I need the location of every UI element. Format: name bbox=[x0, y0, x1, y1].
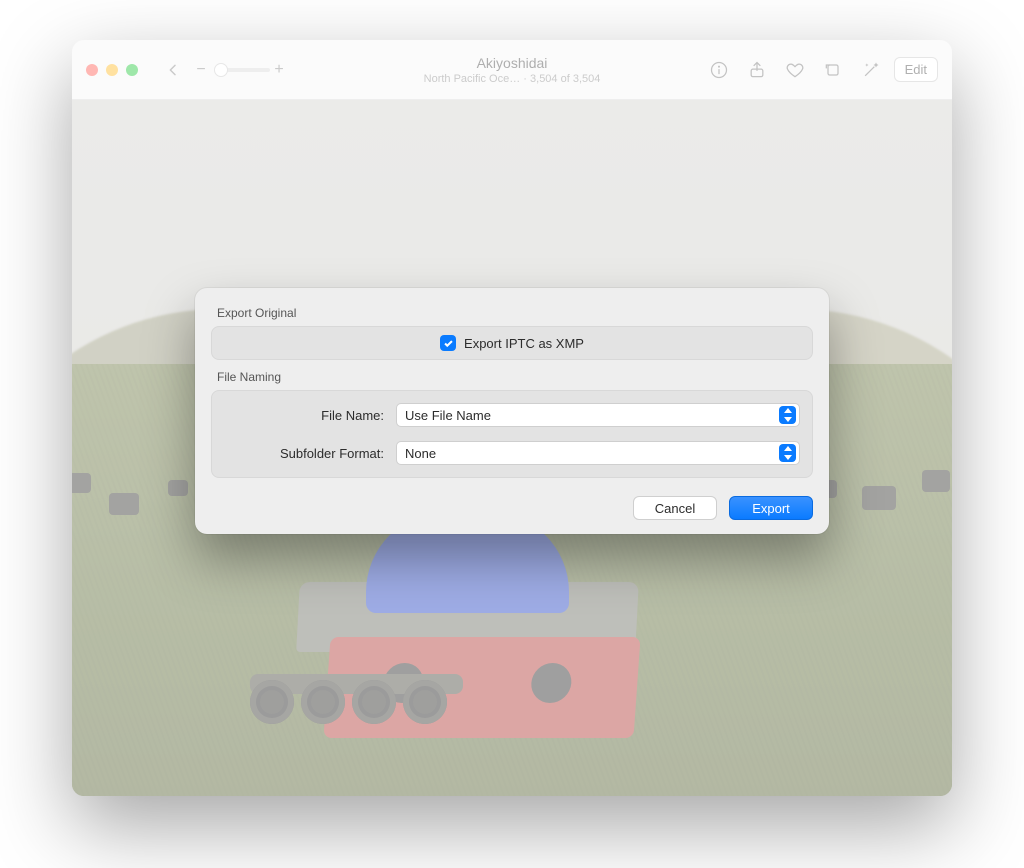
cancel-button[interactable]: Cancel bbox=[633, 496, 717, 520]
file-name-value: Use File Name bbox=[405, 408, 491, 423]
select-stepper-icon bbox=[779, 406, 796, 424]
subfolder-select[interactable]: None bbox=[396, 441, 800, 465]
subtitle-count: 3,504 of 3,504 bbox=[530, 73, 600, 85]
file-name-label: File Name: bbox=[224, 408, 384, 423]
subfolder-value: None bbox=[405, 446, 436, 461]
title-block: Akiyoshidai North Pacific Oce… · 3,504 o… bbox=[424, 55, 601, 85]
export-sheet: Export Original Export IPTC as XMP File … bbox=[195, 288, 829, 534]
export-button[interactable]: Export bbox=[729, 496, 813, 520]
share-icon[interactable] bbox=[746, 59, 768, 81]
file-name-select[interactable]: Use File Name bbox=[396, 403, 800, 427]
zoom-out-icon: − bbox=[192, 61, 210, 79]
favorite-icon[interactable] bbox=[784, 59, 806, 81]
file-naming-label: File Naming bbox=[217, 370, 813, 384]
subfolder-label: Subfolder Format: bbox=[224, 446, 384, 461]
subtitle-location: North Pacific Oce… bbox=[424, 73, 521, 85]
photos-window: − + Akiyoshidai North Pacific Oce… · 3,5… bbox=[72, 40, 952, 796]
rotate-icon[interactable] bbox=[822, 59, 844, 81]
info-icon[interactable] bbox=[708, 59, 730, 81]
photo-title: Akiyoshidai bbox=[424, 55, 601, 71]
select-stepper-icon bbox=[779, 444, 796, 462]
back-button[interactable] bbox=[160, 57, 186, 83]
toolbar: − + Akiyoshidai North Pacific Oce… · 3,5… bbox=[72, 40, 952, 100]
iptc-checkbox-label: Export IPTC as XMP bbox=[464, 336, 584, 351]
iptc-checkbox[interactable] bbox=[440, 335, 456, 351]
edit-button[interactable]: Edit bbox=[894, 57, 938, 82]
export-original-label: Export Original bbox=[217, 306, 813, 320]
export-iptc-panel: Export IPTC as XMP bbox=[211, 326, 813, 360]
zoom-thumb[interactable] bbox=[214, 63, 228, 77]
auto-enhance-icon[interactable] bbox=[860, 59, 882, 81]
toolbar-icons bbox=[708, 59, 882, 81]
zoom-window-button[interactable] bbox=[126, 64, 138, 76]
zoom-in-icon: + bbox=[270, 61, 288, 79]
photo-subtitle: North Pacific Oce… · 3,504 of 3,504 bbox=[424, 73, 601, 85]
window-controls bbox=[86, 64, 138, 76]
minimize-window-button[interactable] bbox=[106, 64, 118, 76]
file-naming-panel: File Name: Use File Name Subfolder Forma… bbox=[211, 390, 813, 478]
close-window-button[interactable] bbox=[86, 64, 98, 76]
zoom-slider[interactable]: − + bbox=[192, 61, 288, 79]
